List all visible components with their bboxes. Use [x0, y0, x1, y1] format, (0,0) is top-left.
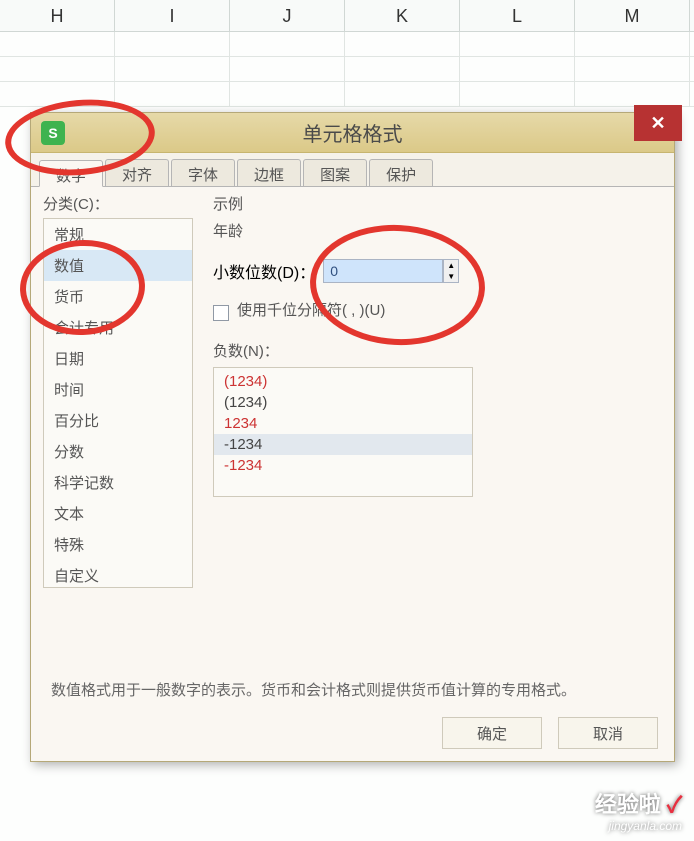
category-item-scientific[interactable]: 科学记数: [44, 467, 192, 498]
tab-border[interactable]: 边框: [237, 159, 301, 186]
ok-button[interactable]: 确定: [442, 717, 542, 749]
category-item-currency[interactable]: 货币: [44, 281, 192, 312]
col-header[interactable]: J: [230, 0, 345, 31]
category-item-percentage[interactable]: 百分比: [44, 405, 192, 436]
col-header[interactable]: M: [575, 0, 690, 31]
tab-font[interactable]: 字体: [171, 159, 235, 186]
tab-alignment[interactable]: 对齐: [105, 159, 169, 186]
category-list[interactable]: 常规 数值 货币 会计专用 日期 时间 百分比 分数 科学记数 文本 特殊 自定…: [43, 218, 193, 588]
column-headers: H I J K L M: [0, 0, 694, 32]
spinner-down-icon[interactable]: ▼: [444, 271, 458, 282]
titlebar[interactable]: S 单元格格式 ✕: [31, 113, 674, 153]
example-value: 年龄: [213, 220, 662, 241]
app-icon: S: [41, 121, 65, 145]
neg-item[interactable]: -1234: [214, 434, 472, 455]
tab-number[interactable]: 数字: [39, 160, 103, 187]
neg-item[interactable]: -1234: [214, 455, 472, 476]
category-item-general[interactable]: 常规: [44, 219, 192, 250]
watermark: 经验啦 ✓ jingyanla.com: [595, 787, 682, 833]
neg-item[interactable]: 1234: [214, 413, 472, 434]
button-row: 确定 取消: [442, 717, 658, 749]
category-item-special[interactable]: 特殊: [44, 529, 192, 560]
decimal-label: 小数位数(D)：: [213, 259, 315, 283]
col-header[interactable]: K: [345, 0, 460, 31]
thousands-row: 使用千位分隔符( , )(U): [213, 299, 662, 326]
category-item-custom[interactable]: 自定义: [44, 560, 192, 591]
category-item-fraction[interactable]: 分数: [44, 436, 192, 467]
category-item-accounting[interactable]: 会计专用: [44, 312, 192, 343]
category-item-text[interactable]: 文本: [44, 498, 192, 529]
decimal-row: 小数位数(D)： ▲ ▼: [213, 259, 662, 283]
negative-label: 负数(N)：: [213, 340, 662, 361]
tab-pattern[interactable]: 图案: [303, 159, 367, 186]
thousands-checkbox[interactable]: [213, 305, 229, 321]
category-panel: 分类(C)： 常规 数值 货币 会计专用 日期 时间 百分比 分数 科学记数 文…: [43, 193, 193, 671]
format-description: 数值格式用于一般数字的表示。货币和会计格式则提供货币值计算的专用格式。: [31, 677, 674, 705]
close-button[interactable]: ✕: [634, 105, 682, 141]
category-item-time[interactable]: 时间: [44, 374, 192, 405]
col-header[interactable]: I: [115, 0, 230, 31]
category-item-date[interactable]: 日期: [44, 343, 192, 374]
tab-protection[interactable]: 保护: [369, 159, 433, 186]
negative-numbers-list[interactable]: (1234) (1234) 1234 -1234 -1234: [213, 367, 473, 497]
col-header[interactable]: L: [460, 0, 575, 31]
decimal-places-input[interactable]: [323, 259, 443, 283]
cell-format-dialog: S 单元格格式 ✕ 数字 对齐 字体 边框 图案 保护 分类(C)： 常规 数值…: [30, 112, 675, 762]
category-label: 分类(C)：: [43, 193, 193, 214]
check-icon: ✓: [667, 792, 682, 817]
tab-strip: 数字 对齐 字体 边框 图案 保护: [31, 153, 674, 187]
watermark-text: 经验啦: [595, 792, 661, 817]
dialog-content: 分类(C)： 常规 数值 货币 会计专用 日期 时间 百分比 分数 科学记数 文…: [31, 187, 674, 677]
col-header[interactable]: H: [0, 0, 115, 31]
watermark-url: jingyanla.com: [595, 819, 682, 833]
category-item-number[interactable]: 数值: [44, 250, 192, 281]
example-label: 示例: [213, 193, 662, 214]
thousands-label: 使用千位分隔符( , )(U): [237, 299, 385, 320]
neg-item[interactable]: (1234): [214, 392, 472, 413]
settings-panel: 示例 年龄 小数位数(D)： ▲ ▼ 使用千位分隔符( , )(U) 负数(N)…: [193, 193, 662, 671]
spinner-up-icon[interactable]: ▲: [444, 260, 458, 271]
neg-item[interactable]: (1234): [214, 371, 472, 392]
dialog-title: 单元格格式: [31, 118, 674, 147]
decimal-spinner[interactable]: ▲ ▼: [443, 259, 459, 283]
cancel-button[interactable]: 取消: [558, 717, 658, 749]
